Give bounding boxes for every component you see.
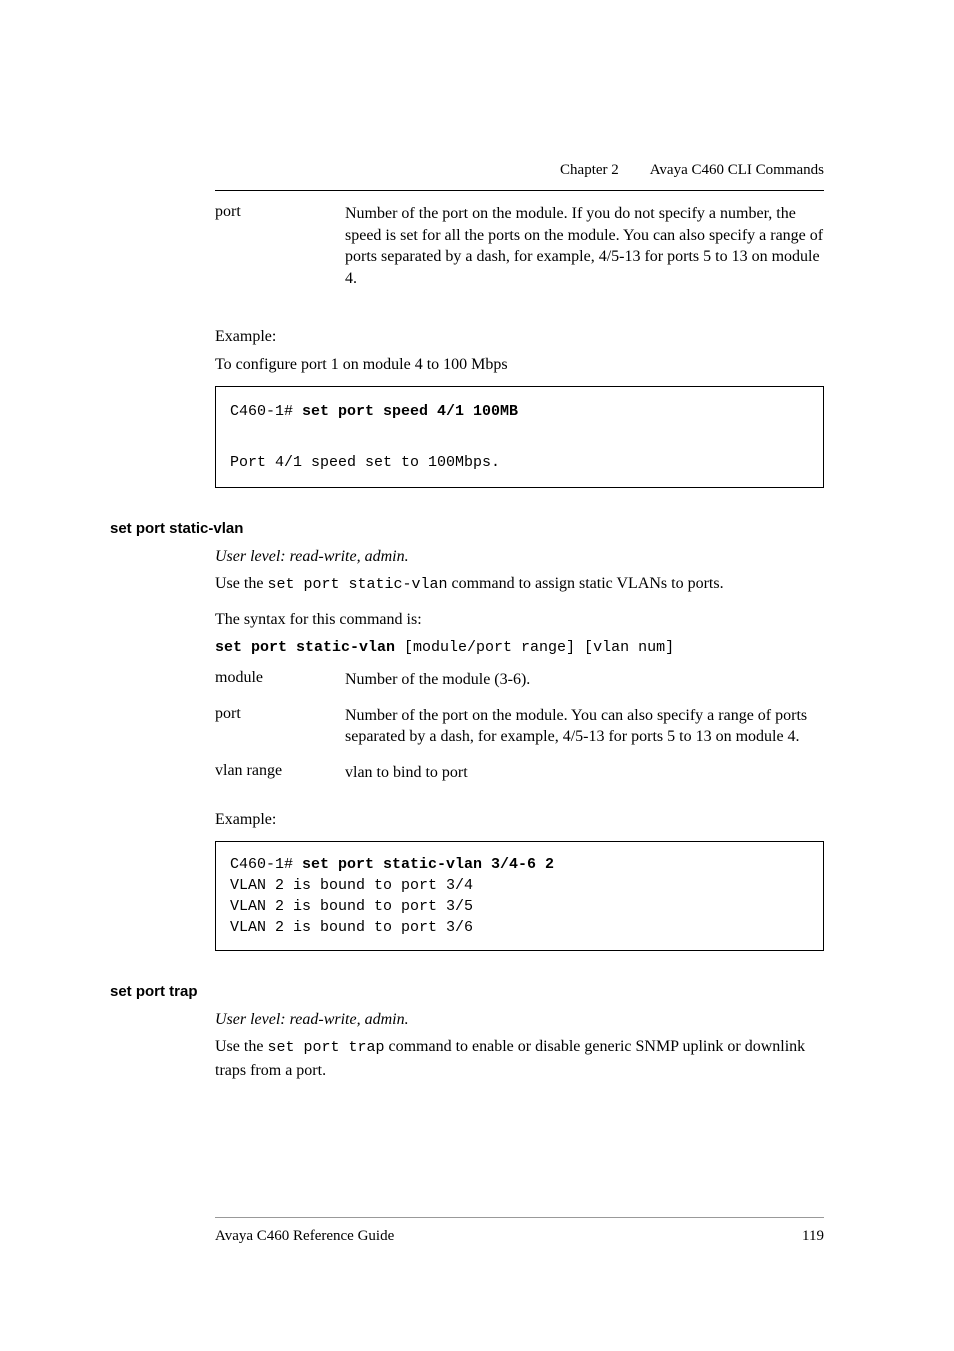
header-rule xyxy=(215,190,824,191)
staticvlan-userlevel: User level: read-write, admin. xyxy=(215,545,824,568)
staticvlan-ex-out1: VLAN 2 is bound to port 3/4 xyxy=(230,877,473,894)
page-footer: Avaya C460 Reference Guide 119 xyxy=(215,1217,824,1245)
example1-cmd-prefix: C460-1# xyxy=(230,403,302,420)
staticvlan-ex-out3: VLAN 2 is bound to port 3/6 xyxy=(230,919,473,936)
chapter-title: Avaya C460 CLI Commands xyxy=(650,162,824,178)
trap-use-code: set port trap xyxy=(267,1039,384,1056)
def-key-module: module xyxy=(215,669,345,705)
trap-userlevel: User level: read-write, admin. xyxy=(215,1008,824,1031)
staticvlan-syntax: set port static-vlan [module/port range]… xyxy=(215,635,824,659)
def-val-port: Number of the port on the module. If you… xyxy=(345,203,824,303)
page-header: Chapter 2 Avaya C460 CLI Commands xyxy=(560,162,824,179)
staticvlan-syntax-bold: set port static-vlan xyxy=(215,639,395,656)
staticvlan-ex-bold: set port static-vlan 3/4-6 2 xyxy=(302,856,554,873)
chapter-label: Chapter 2 xyxy=(560,162,619,178)
footer-page-number: 119 xyxy=(802,1228,824,1245)
def-row-module: module Number of the module (3-6). xyxy=(215,669,824,705)
trap-usage: Use the set port trap command to enable … xyxy=(215,1035,824,1082)
trap-use-pre: Use the xyxy=(215,1038,267,1055)
staticvlan-use-code: set port static-vlan xyxy=(267,576,447,593)
example1-codebox: C460-1# set port speed 4/1 100MB Port 4/… xyxy=(215,386,824,489)
def-key-port: port xyxy=(215,203,345,303)
staticvlan-example-label: Example: xyxy=(215,808,824,831)
staticvlan-syntax-rest: [module/port range] [vlan num] xyxy=(395,639,674,656)
def-val-port2: Number of the port on the module. You ca… xyxy=(345,705,824,762)
def-row-port: port Number of the port on the module. I… xyxy=(215,203,824,303)
def-val-vlanrange: vlan to bind to port xyxy=(345,762,824,798)
footer-left: Avaya C460 Reference Guide xyxy=(215,1228,394,1245)
def-key-vlanrange: vlan range xyxy=(215,762,345,798)
section-heading-staticvlan: set port static-vlan xyxy=(110,520,824,537)
staticvlan-use-post: command to assign static VLANs to ports. xyxy=(447,575,723,592)
def-val-module: Number of the module (3-6). xyxy=(345,669,824,705)
def-key-port2: port xyxy=(215,705,345,762)
section-heading-trap: set port trap xyxy=(110,983,824,1000)
staticvlan-ex-out2: VLAN 2 is bound to port 3/5 xyxy=(230,898,473,915)
example1-output: Port 4/1 speed set to 100Mbps. xyxy=(230,454,500,471)
staticvlan-def-table: module Number of the module (3-6). port … xyxy=(215,669,824,797)
def-row-port2: port Number of the port on the module. Y… xyxy=(215,705,824,762)
staticvlan-codebox: C460-1# set port static-vlan 3/4-6 2 VLA… xyxy=(215,841,824,951)
staticvlan-syntax-label: The syntax for this command is: xyxy=(215,608,824,631)
top-definition-table: port Number of the port on the module. I… xyxy=(215,203,824,303)
staticvlan-ex-prefix: C460-1# xyxy=(230,856,302,873)
example1-desc: To configure port 1 on module 4 to 100 M… xyxy=(215,353,824,376)
example1-cmd-bold: set port speed 4/1 100MB xyxy=(302,403,518,420)
example1-label: Example: xyxy=(215,325,824,348)
staticvlan-use-pre: Use the xyxy=(215,575,267,592)
staticvlan-usage: Use the set port static-vlan command to … xyxy=(215,572,824,596)
def-row-vlanrange: vlan range vlan to bind to port xyxy=(215,762,824,798)
